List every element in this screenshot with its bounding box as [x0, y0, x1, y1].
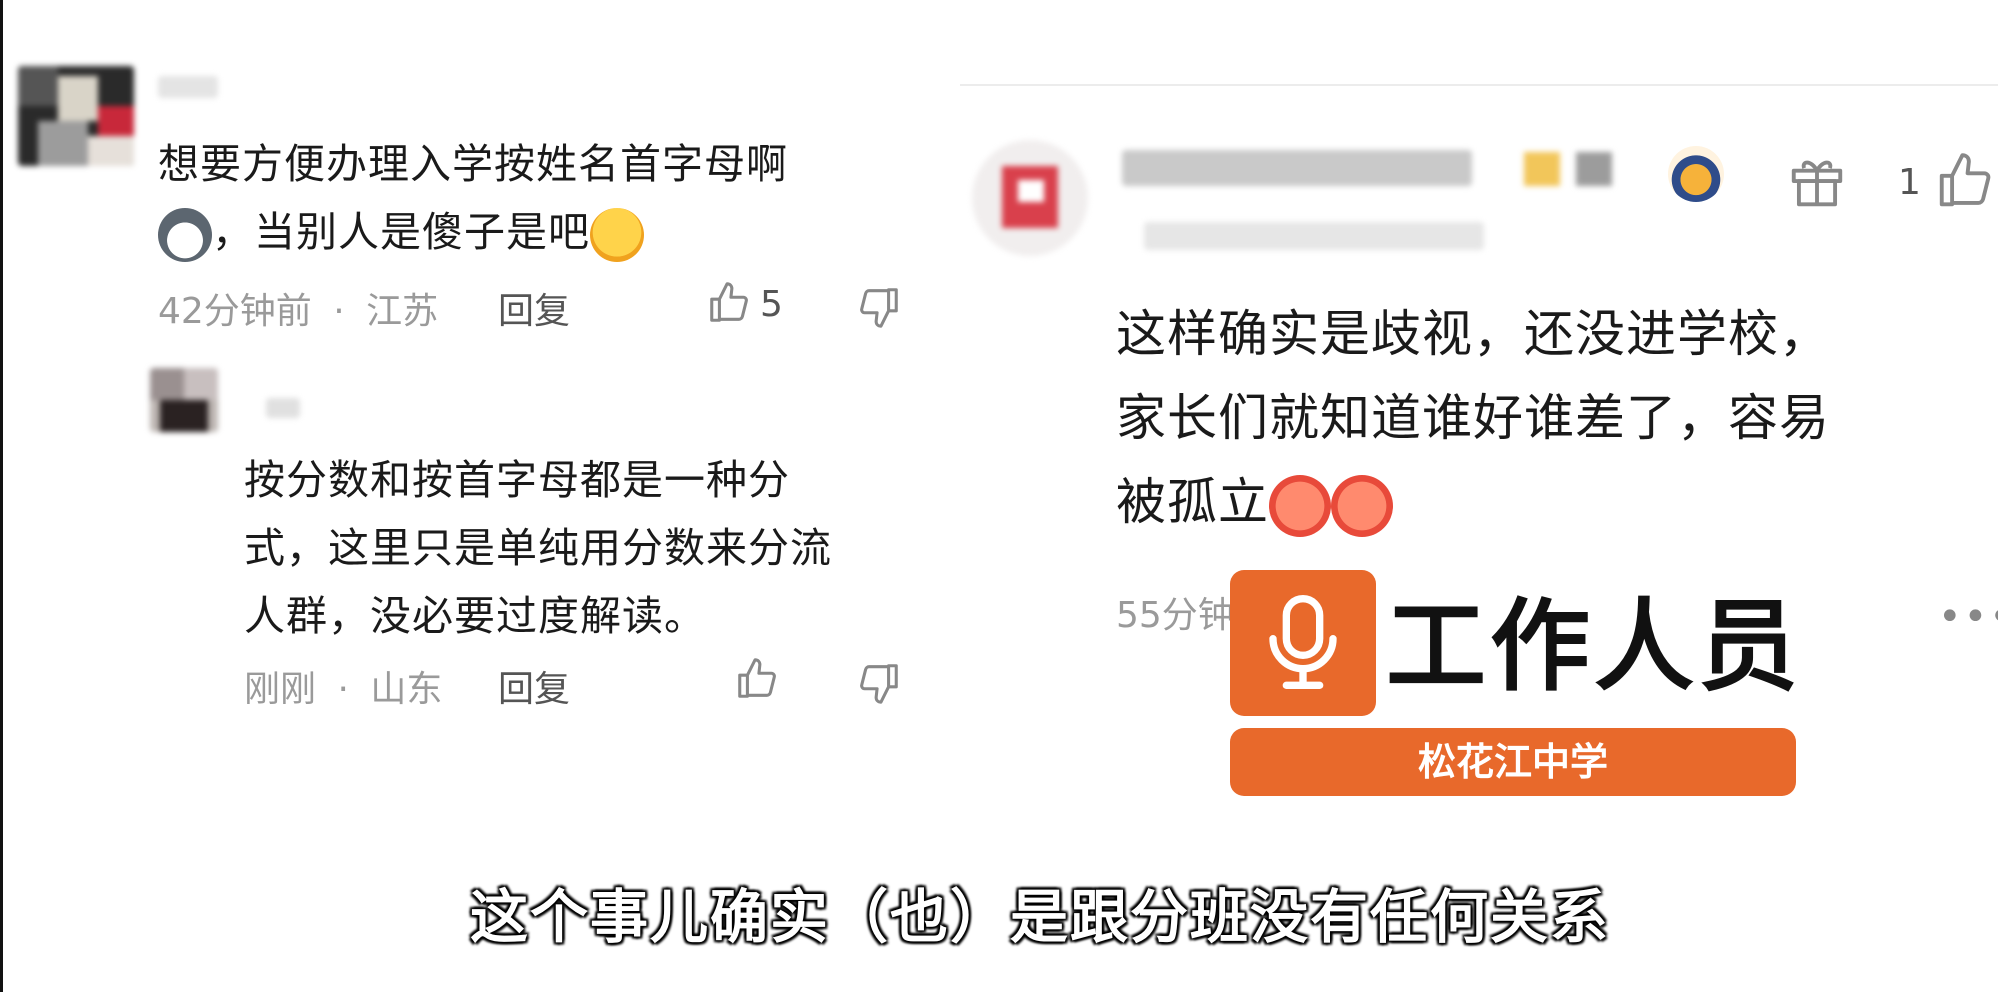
- reply-location: 山东: [370, 669, 443, 710]
- reply-time: 刚刚: [244, 669, 317, 710]
- thumbs-up-icon[interactable]: [706, 280, 752, 326]
- like-count: 1: [1898, 162, 1921, 203]
- angry-face-emoji-icon: [1269, 474, 1331, 537]
- microphone-badge: [1230, 570, 1376, 716]
- frame-edge: [0, 0, 3, 992]
- comment-line: 被孤立: [1116, 460, 1996, 544]
- avatar[interactable]: [150, 368, 218, 432]
- avatar[interactable]: [18, 66, 134, 166]
- reply-line: 式，这里只是单纯用分数来分流: [244, 524, 832, 572]
- comment-line: ，当别人是傻子是吧: [158, 198, 918, 266]
- user-info-redacted: [1144, 222, 1484, 250]
- comment-location: 江苏: [366, 291, 439, 332]
- reply-button[interactable]: 回复: [498, 282, 570, 334]
- meta-separator: ·: [337, 669, 349, 710]
- comment-time: 42分钟前: [158, 291, 312, 332]
- reply-line: 按分数和按首字母都是一种分: [244, 456, 790, 504]
- badge-redacted: [1576, 152, 1612, 186]
- meta-separator: ·: [333, 291, 345, 332]
- angry-face-emoji-icon: [1331, 474, 1393, 537]
- level-badge-redacted: [1524, 152, 1560, 186]
- username-redacted[interactable]: [158, 76, 218, 98]
- reply-line: 人群，没必要过度解读。: [244, 592, 706, 640]
- thumbs-down-icon[interactable]: [856, 660, 902, 706]
- more-options-icon[interactable]: •••: [1938, 594, 1998, 640]
- comment-line: 想要方便办理入学按姓名首字母啊: [158, 140, 788, 188]
- microphone-icon: [1263, 592, 1343, 692]
- comment-time-partial: 55分钟: [1116, 595, 1234, 636]
- husky-emoji-icon: [158, 208, 212, 262]
- like-count: 5: [760, 284, 783, 325]
- thumbs-up-icon[interactable]: [1934, 150, 1996, 212]
- comment-line: 家长们就知道谁好谁差了，容易: [1116, 389, 1830, 447]
- divider: [960, 84, 1998, 86]
- school-name-bar: 松花江中学: [1230, 728, 1796, 796]
- comment-text: 想要方便办理入学按姓名首字母啊 ，当别人是傻子是吧: [158, 130, 918, 266]
- thumbs-up-icon[interactable]: [734, 656, 780, 702]
- reply-meta: 刚刚 · 山东: [244, 660, 442, 712]
- comment-meta: 42分钟前 · 江苏: [158, 282, 438, 334]
- avatar[interactable]: [972, 140, 1088, 256]
- crying-face-emoji-icon: [590, 208, 644, 262]
- username-redacted[interactable]: [1122, 150, 1472, 186]
- gift-icon[interactable]: [1786, 150, 1848, 212]
- comment-text: 这样确实是歧视，还没进学校， 家长们就知道谁好谁差了，容易 被孤立: [1116, 292, 1996, 544]
- video-subtitle: 这个事儿确实（也）是跟分班没有任何关系: [470, 883, 1611, 951]
- username-redacted[interactable]: [266, 398, 300, 418]
- sunrise-emoji-icon: [1668, 146, 1724, 202]
- reply-text: 按分数和按首字母都是一种分 式，这里只是单纯用分数来分流 人群，没必要过度解读。: [244, 446, 944, 650]
- comment-line: 这样确实是歧视，还没进学校，: [1116, 305, 1830, 363]
- reply-button[interactable]: 回复: [498, 660, 570, 712]
- staff-title: 工作人员: [1386, 588, 1802, 705]
- thumbs-down-icon[interactable]: [856, 284, 902, 330]
